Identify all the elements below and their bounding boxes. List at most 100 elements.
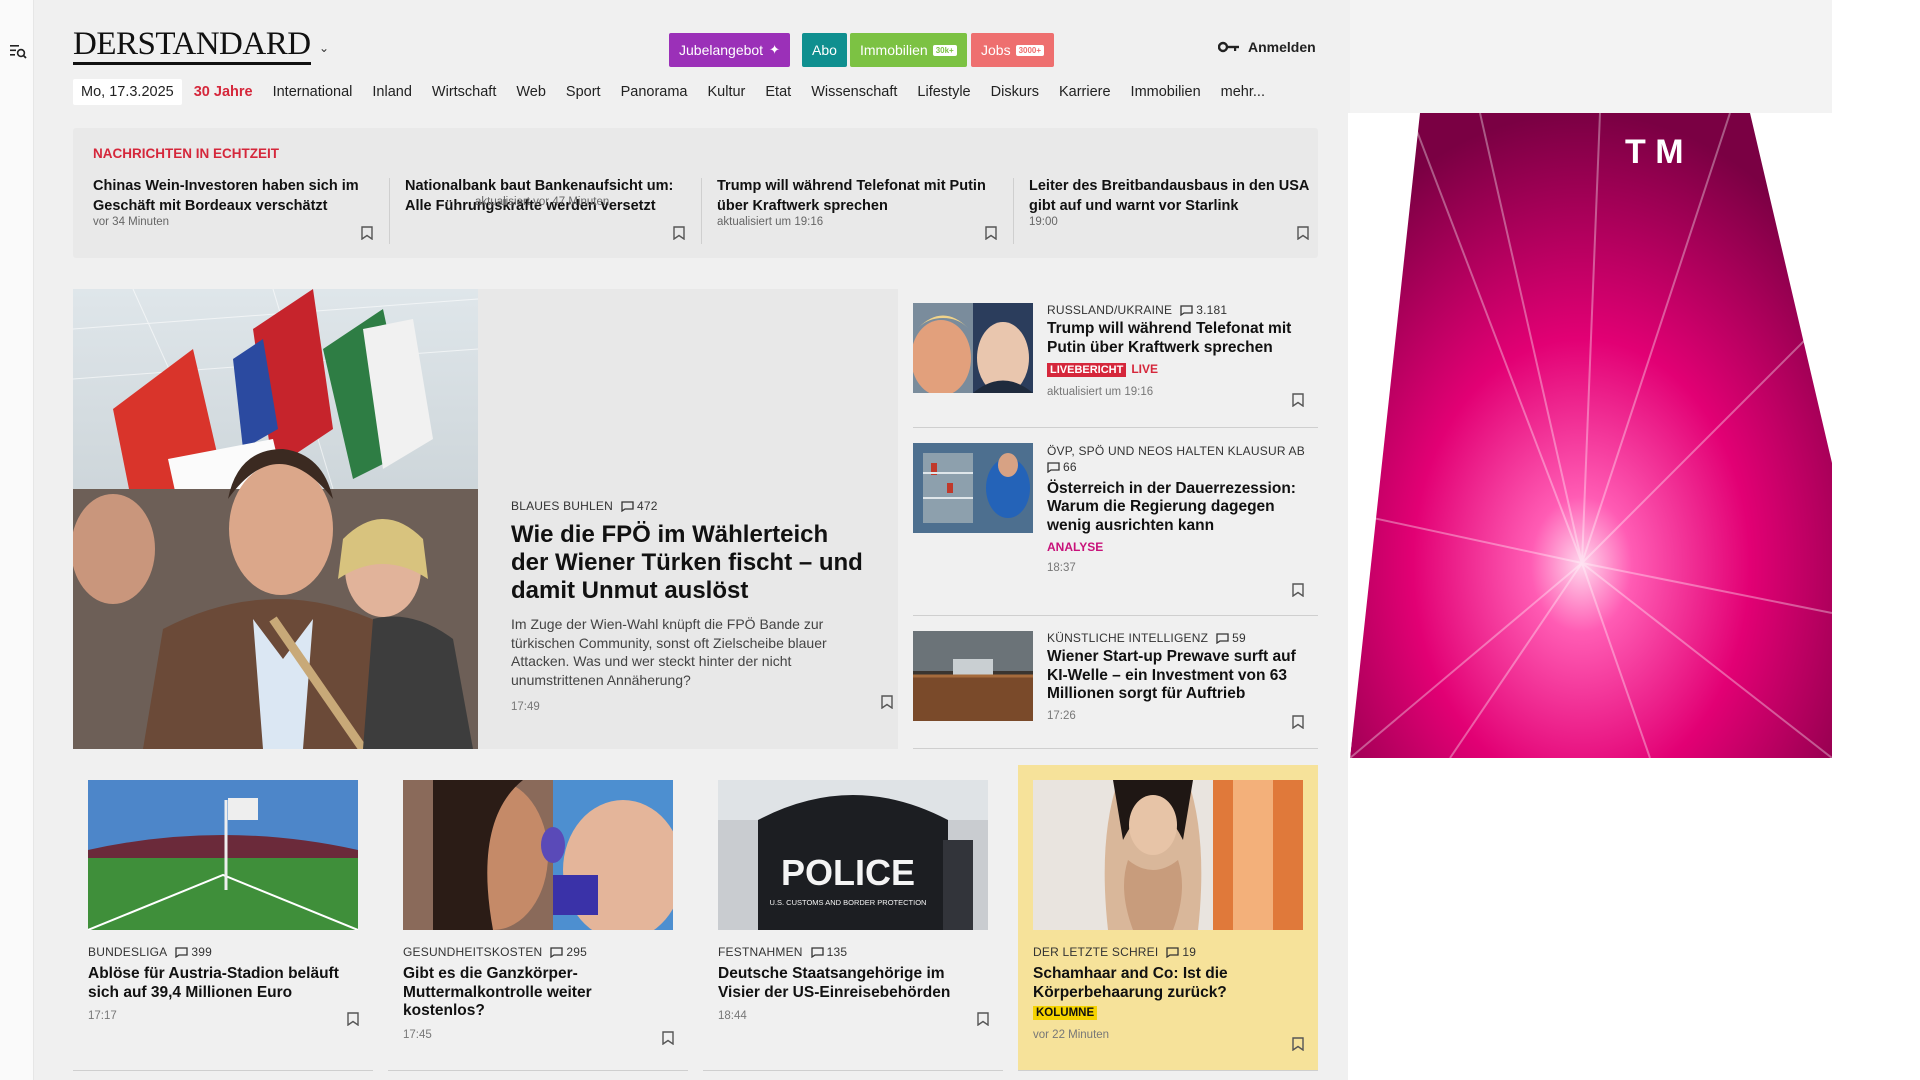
article-headline[interactable]: Wiener Start-up Prewave surft auf KI-Wel… [1047, 648, 1317, 704]
ad-banner[interactable]: T M [1350, 113, 1832, 758]
chevron-down-icon[interactable]: ⌄ [319, 41, 329, 55]
nav-item-lifestyle[interactable]: Lifestyle [917, 84, 970, 100]
article-kicker: RUSSLAND/UKRAINE 3.181 [1047, 303, 1317, 317]
card-body: GESUNDHEITSKOSTEN 295 Gibt es die Ganzkö… [403, 945, 673, 1041]
party-icon: ✦ [769, 42, 780, 57]
comment-icon [1047, 461, 1060, 473]
article-image[interactable]: POLICE U.S. CUSTOMS AND BORDER PROTECTIO… [718, 780, 988, 930]
bookmark-icon[interactable] [977, 1012, 989, 1026]
comment-count[interactable]: 59 [1216, 631, 1246, 645]
bookmark-icon[interactable] [985, 226, 997, 240]
hero-headline[interactable]: Wie die FPÖ im Wählerteich der Wiener Tü… [511, 521, 871, 605]
immobilien-button[interactable]: Immobilien 30k+ [850, 33, 967, 67]
article-headline[interactable]: Trump will während Telefonat mit Putin ü… [1047, 320, 1317, 357]
nav-item-etat[interactable]: Etat [765, 84, 791, 100]
nav-item-inland[interactable]: Inland [372, 84, 412, 100]
article-image[interactable] [403, 780, 673, 930]
kicker-label: KÜNSTLICHE INTELLIGENZ [1047, 631, 1209, 645]
comment-count[interactable]: 295 [550, 945, 587, 959]
article-headline[interactable]: Österreich in der Dauerrezession: Warum … [1047, 480, 1317, 536]
nav-item-diskurs[interactable]: Diskurs [991, 84, 1039, 100]
article-card[interactable]: POLICE U.S. CUSTOMS AND BORDER PROTECTIO… [703, 765, 1003, 1070]
comment-count-value: 19 [1182, 945, 1197, 959]
ticker-headline[interactable]: Chinas Wein-Investoren haben sich im Ges… [93, 176, 373, 216]
ticker-item[interactable]: Chinas Wein-Investoren haben sich im Ges… [93, 176, 373, 248]
ticker-meta: 19:00 [1029, 216, 1058, 228]
side-article[interactable]: ÖVP, SPÖ UND NEOS HALTEN KLAUSUR AB 66 Ö… [913, 443, 1318, 616]
bookmark-icon[interactable] [361, 226, 373, 240]
promo-tag: 30k+ [932, 44, 957, 56]
nav-item-immobilien[interactable]: Immobilien [1131, 84, 1201, 100]
ticker-item[interactable]: Trump will während Telefonat mit Putin ü… [717, 176, 997, 248]
jobs-button[interactable]: Jobs 3000+ [971, 33, 1055, 67]
bookmark-icon[interactable] [673, 226, 685, 240]
current-date: Mo, 17.3.2025 [73, 79, 182, 105]
bookmark-icon[interactable] [1292, 393, 1304, 407]
divider [1018, 1070, 1318, 1071]
bookmark-icon[interactable] [347, 1012, 359, 1026]
abo-button[interactable]: Abo [802, 33, 847, 67]
article-headline[interactable]: Deutsche Staatsangehörige im Visier der … [718, 965, 988, 1002]
article-headline[interactable]: Gibt es die Ganzkörper-Muttermalkontroll… [403, 965, 673, 1021]
bookmark-icon[interactable] [1292, 583, 1304, 597]
comment-count[interactable]: 135 [811, 945, 848, 959]
hero-text: BLAUES BUHLEN 472 Wie die FPÖ im Wählert… [511, 499, 871, 713]
kolumne-label: KOLUMNE [1033, 1006, 1098, 1020]
nav-item-sport[interactable]: Sport [566, 84, 601, 100]
nav-item-web[interactable]: Web [516, 84, 546, 100]
nav-item-international[interactable]: International [273, 84, 353, 100]
key-icon [1218, 41, 1239, 53]
police-subtext: U.S. CUSTOMS AND BORDER PROTECTION [770, 898, 927, 907]
live-label: LIVE [1131, 362, 1159, 376]
article-headline[interactable]: Ablöse für Austria-Stadion beläuft sich … [88, 965, 358, 1002]
article-card[interactable]: BUNDESLIGA 399 Ablöse für Austria-Stadio… [73, 765, 373, 1070]
main-navigation: Mo, 17.3.2025 30 Jahre International Inl… [73, 78, 1285, 106]
site-logo[interactable]: DERSTANDARD [73, 28, 311, 65]
comment-count[interactable]: 399 [175, 945, 212, 959]
comment-count[interactable]: 472 [621, 499, 658, 513]
nav-item-karriere[interactable]: Karriere [1059, 84, 1111, 100]
hero-image[interactable] [73, 289, 478, 749]
article-card[interactable]: GESUNDHEITSKOSTEN 295 Gibt es die Ganzkö… [388, 765, 688, 1070]
jubelangebot-button[interactable]: Jubelangebot ✦ [669, 33, 790, 67]
ticker-item[interactable]: Nationalbank baut Bankenaufsicht um: All… [405, 176, 685, 248]
article-card-highlight[interactable]: DER LETZTE SCHREI 19 Schamhaar and Co: I… [1018, 765, 1318, 1070]
nav-item-mehr[interactable]: mehr... [1221, 84, 1265, 100]
comment-count[interactable]: 19 [1166, 945, 1196, 959]
article-thumbnail[interactable] [913, 631, 1033, 721]
bookmark-icon[interactable] [662, 1031, 674, 1045]
nav-item-30-jahre[interactable]: 30 Jahre [194, 84, 253, 100]
comment-count[interactable]: 66 [1047, 459, 1077, 475]
article-image[interactable] [1033, 780, 1303, 930]
login-button[interactable]: Anmelden [1218, 39, 1316, 55]
bookmark-icon[interactable] [1292, 715, 1304, 729]
side-article[interactable]: RUSSLAND/UKRAINE 3.181 Trump will währen… [913, 303, 1318, 428]
article-image[interactable] [88, 780, 358, 930]
advertisement[interactable]: T M [1348, 113, 1832, 1080]
hero-time: 17:49 [511, 701, 540, 713]
article-headline[interactable]: Schamhaar and Co: Ist die Körperbehaarun… [1033, 965, 1303, 1002]
bookmark-icon[interactable] [881, 695, 893, 709]
nav-item-wirtschaft[interactable]: Wirtschaft [432, 84, 496, 100]
ticker-headline[interactable]: Leiter des Breitbandausbaus in den USA g… [1029, 176, 1309, 216]
menu-search-icon[interactable] [9, 42, 27, 60]
divider [389, 178, 390, 244]
article-text: RUSSLAND/UKRAINE 3.181 Trump will währen… [1047, 303, 1317, 398]
comment-count[interactable]: 3.181 [1180, 303, 1227, 317]
kicker-label: BUNDESLIGA [88, 945, 168, 959]
article-kicker: DER LETZTE SCHREI 19 [1033, 945, 1303, 959]
article-time: 18:37 [1047, 562, 1076, 574]
ticker-item[interactable]: Leiter des Breitbandausbaus in den USA g… [1029, 176, 1309, 248]
bookmark-icon[interactable] [1297, 226, 1309, 240]
nav-item-kultur[interactable]: Kultur [708, 84, 746, 100]
nav-item-panorama[interactable]: Panorama [621, 84, 688, 100]
hero-article[interactable]: BLAUES BUHLEN 472 Wie die FPÖ im Wählert… [73, 289, 898, 749]
article-thumbnail[interactable] [913, 443, 1033, 533]
article-thumbnail[interactable] [913, 303, 1033, 393]
article-time: vor 22 Minuten [1033, 1029, 1110, 1041]
ticker-headline[interactable]: Trump will während Telefonat mit Putin ü… [717, 176, 997, 216]
bookmark-icon[interactable] [1292, 1037, 1304, 1051]
side-article[interactable]: KÜNSTLICHE INTELLIGENZ 59 Wiener Start-u… [913, 631, 1318, 749]
nav-item-wissenschaft[interactable]: Wissenschaft [811, 84, 897, 100]
comment-count-value: 66 [1063, 460, 1077, 474]
